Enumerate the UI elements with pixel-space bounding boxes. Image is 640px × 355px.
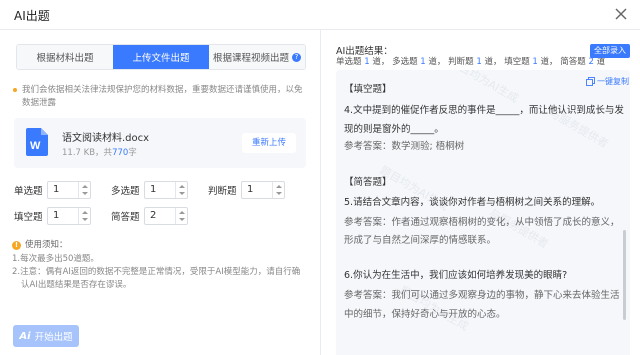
import-all-button[interactable]: 全部录入 bbox=[590, 44, 630, 58]
short-answer-stepper[interactable]: 2 bbox=[144, 207, 188, 225]
reupload-button[interactable]: 重新上传 bbox=[241, 133, 296, 153]
chevron-down-icon[interactable] bbox=[276, 192, 282, 195]
usage-tips: ! 使用须知： 1.每次最多出50道题。 2.注意：偶有AI返回的数据不完整是正常… bbox=[12, 239, 308, 292]
chevron-up-icon[interactable] bbox=[82, 211, 88, 214]
dialog-title: AI出题 bbox=[14, 9, 50, 23]
dialog-header: AI出题 bbox=[0, 0, 640, 30]
panel-divider bbox=[320, 30, 321, 355]
svg-text:W: W bbox=[30, 140, 41, 152]
count-row-2: 填空题 1 简答题 2 bbox=[14, 207, 200, 225]
section-heading: 【填空题】 bbox=[344, 84, 392, 95]
section-heading: 【简答题】 bbox=[344, 177, 392, 188]
help-icon[interactable]: ? bbox=[292, 52, 301, 62]
chevron-down-icon[interactable] bbox=[179, 218, 185, 221]
notice-dot-icon bbox=[13, 88, 17, 92]
question-text: 4.文中提到的催促作者反思的事件是_____，而让他认识到成长与发 bbox=[344, 105, 624, 116]
privacy-notice: 我们会依据相关法律法规保护您的材料数据，重要数据还请谨慎使用，以免数据泄露 bbox=[12, 84, 308, 110]
chevron-down-icon[interactable] bbox=[179, 192, 185, 195]
start-generate-button[interactable]: Ai 开始出题 bbox=[13, 325, 79, 347]
tip-line-1: 1.每次最多出50道题。 bbox=[12, 254, 99, 264]
single-choice-stepper[interactable]: 1 bbox=[47, 181, 91, 199]
file-meta: 11.7 KB，共770字 bbox=[62, 148, 137, 158]
answer-text: 参考答案：我们可以通过多观察身边的事物，静下心来去体验生活 bbox=[344, 290, 620, 301]
file-name: 语文阅读材料.docx bbox=[62, 133, 150, 144]
copy-all-button[interactable]: 一键复制 bbox=[586, 76, 629, 87]
close-icon[interactable] bbox=[612, 5, 630, 23]
multi-choice-label: 多选题 bbox=[111, 186, 140, 197]
question-text: 5.请结合文章内容，谈谈你对作者与梧桐树之间关系的理解。 bbox=[344, 197, 601, 208]
tab-course-video[interactable]: 根据课程视频出题 ? bbox=[209, 45, 305, 69]
answer-text: 形成了与自然之间深厚的情感联系。 bbox=[344, 235, 497, 246]
chevron-up-icon[interactable] bbox=[179, 211, 185, 214]
fill-blank-label: 填空题 bbox=[14, 212, 43, 223]
multi-choice-stepper[interactable]: 1 bbox=[144, 181, 188, 199]
result-stats: 单选题 1 道， 多选题 1 道， 判断题 1 道， 填空题 1 道， 简答题 … bbox=[336, 57, 606, 67]
chevron-up-icon[interactable] bbox=[82, 185, 88, 188]
count-row-1: 单选题 1 多选题 1 判断题 1 bbox=[14, 181, 297, 199]
chevron-up-icon[interactable] bbox=[276, 185, 282, 188]
answer-text: 参考答案：作者通过观察梧桐树的变化，从中领悟了成长的意义， bbox=[344, 217, 620, 228]
single-choice-label: 单选题 bbox=[14, 186, 43, 197]
judge-label: 判断题 bbox=[208, 186, 237, 197]
warning-icon: ! bbox=[12, 241, 21, 250]
answer-text: 参考答案：数学测验; 梧桐树 bbox=[344, 141, 465, 152]
scrollbar[interactable] bbox=[623, 230, 626, 320]
chevron-up-icon[interactable] bbox=[179, 185, 185, 188]
uploaded-file-card: W 语文阅读材料.docx 11.7 KB，共770字 重新上传 bbox=[14, 118, 306, 168]
question-text: 6.你认为在生活中，我们应该如何培养发现美的眼睛? bbox=[344, 270, 568, 281]
chevron-down-icon[interactable] bbox=[82, 192, 88, 195]
tip-line-2: 2.注意：偶有AI返回的数据不完整是正常情况，受限于AI模型能力，请自行确 bbox=[12, 267, 301, 277]
copy-icon bbox=[586, 77, 595, 86]
tip-line-2-cont: 认AI出题结果是否存在谬误。 bbox=[21, 280, 132, 290]
judge-stepper[interactable]: 1 bbox=[241, 181, 285, 199]
tab-upload-file[interactable]: 上传文件出题 bbox=[113, 45, 209, 69]
answer-text: 中的细节，保持好奇心与开放的心态。 bbox=[344, 309, 506, 320]
fill-blank-stepper[interactable]: 1 bbox=[47, 207, 91, 225]
tab-material[interactable]: 根据材料出题 bbox=[17, 45, 113, 69]
result-content[interactable]: 题目均为AI生成 与服务提供者 题目均为AI生成 与服务提供者 题目均为AI生成… bbox=[336, 70, 630, 355]
source-tabs: 根据材料出题 上传文件出题 根据课程视频出题 ? bbox=[16, 44, 306, 70]
chevron-down-icon[interactable] bbox=[82, 218, 88, 221]
word-file-icon: W bbox=[26, 128, 48, 156]
ai-icon: Ai bbox=[19, 330, 31, 342]
short-answer-label: 简答题 bbox=[111, 212, 140, 223]
